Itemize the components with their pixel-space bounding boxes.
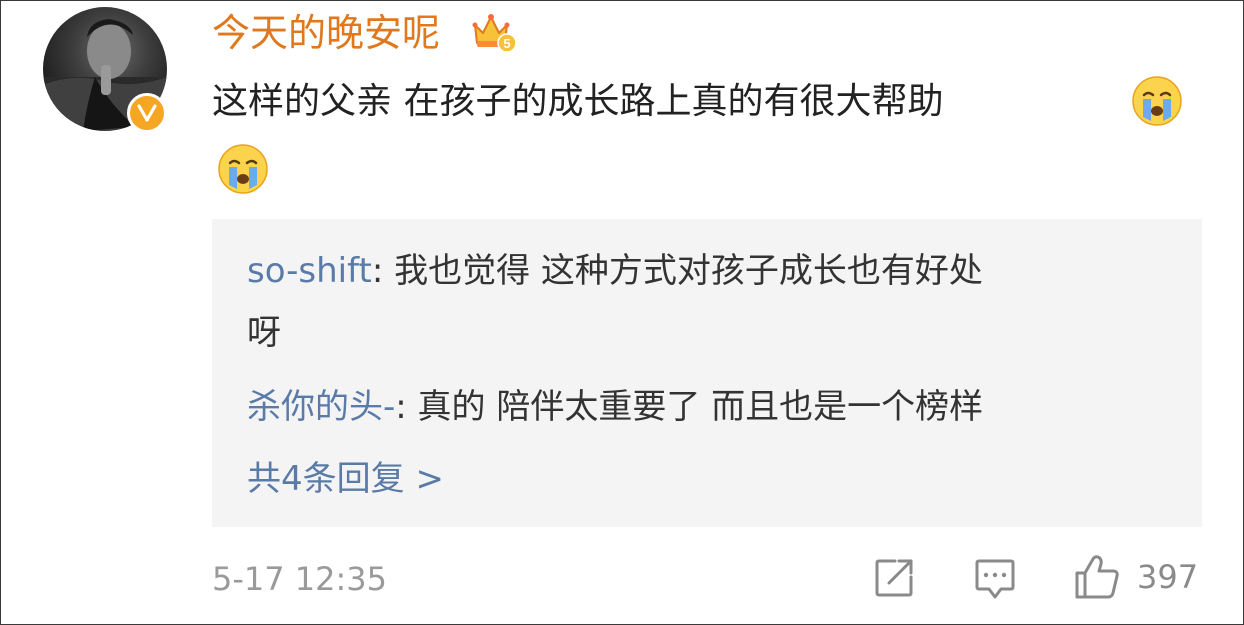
- comment-card: 今天的晚安呢 5 这样的父亲 在孩子的成长路上真的有很大帮助 so-shift:…: [0, 0, 1244, 625]
- share-icon[interactable]: [873, 557, 915, 603]
- reply-author[interactable]: 杀你的头-: [247, 387, 395, 427]
- like-count: 397: [1137, 558, 1199, 596]
- reply-text-continued: 呀: [247, 313, 281, 353]
- timestamp: 5-17 12:35: [212, 560, 388, 598]
- reply-separator: :: [371, 251, 395, 291]
- username[interactable]: 今天的晚安呢: [212, 9, 440, 57]
- reply-text: 真的 陪伴太重要了 而且也是一个榜样: [417, 387, 984, 427]
- replies-panel[interactable]: so-shift: 我也觉得 这种方式对孩子成长也有好处 呀 杀你的头-: 真的…: [212, 219, 1202, 527]
- crying-face-emoji: [217, 143, 269, 195]
- reply-author[interactable]: so-shift: [247, 251, 372, 291]
- more-replies-link[interactable]: 共4条回复 >: [247, 451, 444, 507]
- reply-text: 我也觉得 这种方式对孩子成长也有好处: [394, 251, 983, 291]
- reply-item[interactable]: so-shift: 我也觉得 这种方式对孩子成长也有好处: [247, 243, 983, 299]
- comment-icon[interactable]: [973, 557, 1017, 605]
- crown-level-5-icon: 5: [471, 11, 517, 53]
- reply-item[interactable]: 杀你的头-: 真的 陪伴太重要了 而且也是一个榜样: [247, 379, 983, 435]
- reply-separator: :: [395, 387, 418, 427]
- verified-v-icon: [127, 93, 167, 133]
- comment-text: 这样的父亲 在孩子的成长路上真的有很大帮助: [212, 81, 944, 122]
- crying-face-emoji: [1131, 75, 1183, 127]
- thumbs-up-icon[interactable]: [1073, 553, 1121, 605]
- svg-text:5: 5: [503, 36, 510, 51]
